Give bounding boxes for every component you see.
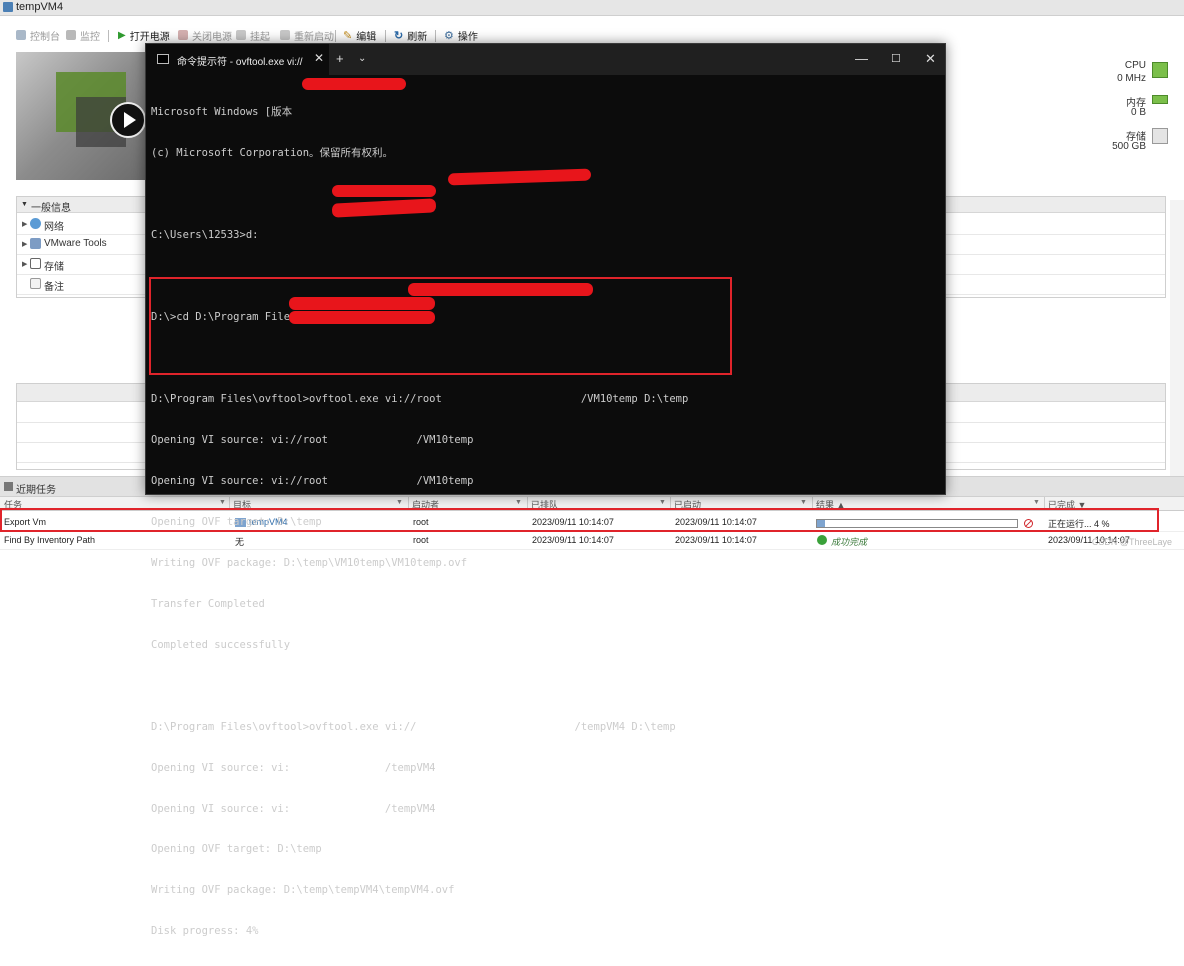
- redaction-mark: [332, 185, 436, 197]
- cpu-label: CPU: [1124, 60, 1146, 71]
- cmd-highlight-box: [149, 277, 732, 375]
- actions-button[interactable]: ⚙ 操作: [444, 28, 478, 43]
- storage-icon: [30, 258, 41, 269]
- network-icon: [30, 218, 41, 229]
- refresh-button[interactable]: ↻ 刷新: [394, 28, 427, 43]
- monitor-button[interactable]: 监控: [66, 28, 100, 43]
- vm-icon: [3, 2, 13, 12]
- cmd-line: Opening VI source: vi: /tempVM4: [151, 761, 436, 774]
- vmware-tools-icon: [30, 238, 41, 249]
- cmd-line: Opening VI source: vi: /tempVM4: [151, 802, 436, 815]
- memory-icon: [1152, 95, 1168, 104]
- tab-close-icon[interactable]: ✕: [314, 51, 324, 65]
- restart-button[interactable]: 重新启动: [280, 28, 334, 43]
- window-title: tempVM4: [16, 1, 64, 13]
- maximize-icon[interactable]: ☐: [891, 52, 901, 65]
- play-icon: ▶: [118, 29, 126, 41]
- edit-button[interactable]: ✎ 编辑: [343, 28, 376, 43]
- restart-icon: [280, 30, 290, 40]
- cmd-line: Completed successfully: [151, 638, 291, 651]
- pause-icon: [236, 30, 246, 40]
- pencil-icon: ✎: [343, 29, 353, 42]
- stop-icon: [178, 30, 188, 40]
- refresh-icon: ↻: [394, 29, 404, 42]
- cmd-line: C:\Users\12533>d:: [151, 229, 259, 242]
- chevron-down-icon[interactable]: ⌄: [358, 53, 366, 64]
- cmd-line: Microsoft Windows [版本: [151, 106, 293, 119]
- cmd-line: D:\Program Files\ovftool>ovftool.exe vi:…: [151, 720, 676, 733]
- gear-icon: ⚙: [444, 29, 454, 42]
- watermark: CSDN @ThreeLaye: [1091, 537, 1172, 547]
- cmd-line: Writing OVF package: D:\temp\tempVM4\tem…: [151, 884, 455, 897]
- cmd-line: Opening OVF target: D:\temp: [151, 843, 322, 856]
- recent-tasks-title: 近期任务: [16, 485, 56, 496]
- play-icon[interactable]: [110, 102, 146, 138]
- cmd-tab-title: 命令提示符 - ovftool.exe vi://: [177, 57, 303, 68]
- window-title-bar: tempVM4: [0, 0, 1184, 16]
- new-tab-icon[interactable]: +: [336, 51, 344, 66]
- general-info-title: 一般信息: [31, 203, 71, 214]
- cmd-line: Opening VI source: vi://root /VM10temp: [151, 474, 474, 487]
- power-off-button[interactable]: 关闭电源: [178, 28, 232, 43]
- cmd-line: Writing OVF package: D:\temp\VM10temp\VM…: [151, 556, 468, 569]
- storage-icon: [1152, 128, 1168, 144]
- cmd-line: [151, 680, 688, 694]
- cmd-line: Transfer Completed: [151, 597, 265, 610]
- page-scrollbar[interactable]: [1170, 200, 1184, 480]
- cpu-value: 0 MHz: [1117, 73, 1146, 84]
- command-prompt-window[interactable]: 命令提示符 - ovftool.exe vi:// ✕ + ⌄ — ☐ ✕ Mi…: [145, 43, 946, 937]
- cmd-line: Opening VI source: vi://root /VM10temp: [151, 433, 474, 446]
- power-on-button[interactable]: ▶ 打开电源: [118, 28, 170, 43]
- terminal-icon: [157, 54, 169, 64]
- monitor-icon: [66, 30, 76, 40]
- storage-value: 500 GB: [1112, 141, 1146, 152]
- success-icon: [817, 535, 827, 545]
- cmd-line: Disk progress: 4%: [151, 925, 259, 938]
- notes-icon: [30, 278, 41, 289]
- cmd-line: (c) Microsoft Corporation。保留所有权利。: [151, 147, 394, 160]
- console-icon: [16, 30, 26, 40]
- vm-console-thumbnail[interactable]: [16, 52, 150, 180]
- cmd-line: D:\Program Files\ovftool>ovftool.exe vi:…: [151, 392, 689, 405]
- minimize-icon[interactable]: —: [855, 51, 868, 66]
- memory-value: 0 B: [1130, 107, 1146, 118]
- cmd-title-bar: 命令提示符 - ovftool.exe vi:// ✕ + ⌄ — ☐ ✕: [146, 44, 945, 75]
- suspend-button[interactable]: 挂起: [236, 28, 270, 43]
- cmd-tab[interactable]: 命令提示符 - ovftool.exe vi:// ✕: [146, 44, 329, 75]
- redaction-mark: [302, 78, 406, 90]
- cpu-icon: [1152, 62, 1168, 78]
- cmd-line: Opening OVF target: D:\temp: [151, 515, 322, 528]
- console-button[interactable]: 控制台: [16, 28, 60, 43]
- close-icon[interactable]: ✕: [925, 51, 936, 67]
- tasks-icon: [4, 482, 13, 491]
